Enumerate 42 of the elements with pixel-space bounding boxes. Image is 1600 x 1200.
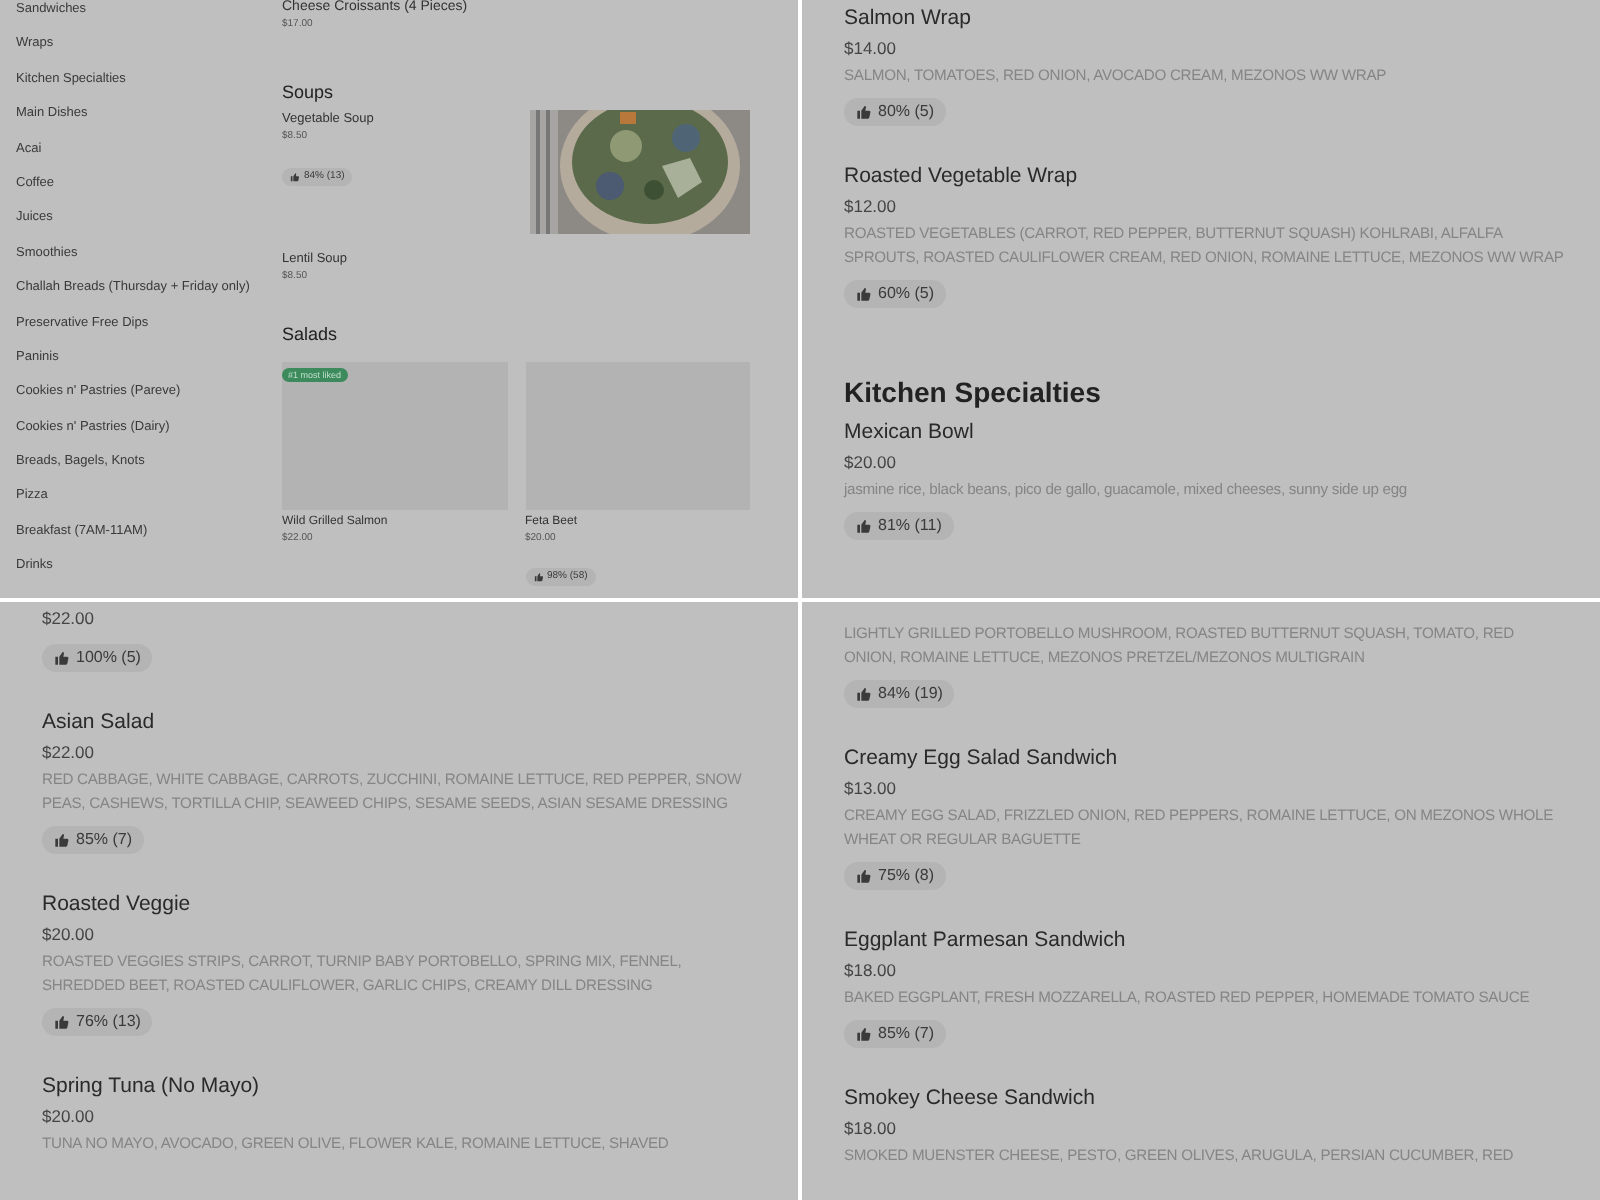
item-price: $22.00 [42, 740, 94, 766]
rating-chip: 75% (8) [844, 862, 947, 890]
item-name: Salmon Wrap [844, 4, 971, 34]
section-heading: Soups [282, 82, 336, 104]
rating-chip: 76% (13) [42, 1008, 153, 1036]
item-price: $20.00 [42, 1104, 94, 1130]
thumbs-up-icon [856, 286, 872, 302]
item-price: $18.00 [844, 958, 896, 984]
thumbs-up-icon [856, 868, 872, 884]
thumbs-up-icon [54, 650, 70, 666]
item-price: $12.00 [844, 194, 896, 220]
item-price: $13.00 [844, 776, 896, 802]
thumbs-up-icon [856, 104, 872, 120]
item-price: $20.00 [844, 450, 896, 476]
item-name: Roasted Vegetable Wrap [844, 162, 1078, 192]
item-price: $14.00 [844, 36, 896, 62]
thumbs-up-icon [54, 832, 70, 848]
rating-chip: 81% (11) [844, 512, 954, 540]
item-name: Eggplant Parmesan Sandwich [844, 926, 1126, 956]
thumbs-up-icon [856, 1026, 872, 1042]
item-name: Smokey Cheese Sandwich [844, 1084, 1095, 1114]
item-name: Asian Salad [42, 708, 155, 738]
thumbs-up-icon [533, 572, 543, 582]
rating-chip: 84% (19) [844, 680, 955, 708]
thumbs-up-icon [856, 518, 872, 534]
item-price: $18.00 [844, 1116, 896, 1142]
item-name: Spring Tuna (No Mayo) [42, 1072, 260, 1102]
item-name: Creamy Egg Salad Sandwich [844, 744, 1118, 774]
item-price: $20.00 [42, 922, 94, 948]
item-price: $22.00 [42, 606, 94, 632]
rating-chip: 100% (5) [42, 644, 153, 672]
thumbs-up-icon [856, 686, 872, 702]
rating-chip: 85% (7) [42, 826, 145, 854]
rating-chip: 85% (7) [844, 1020, 947, 1048]
item-name: Roasted Veggie [42, 890, 191, 920]
rating-chip: 80% (5) [844, 98, 947, 126]
section-heading: Kitchen Specialties [844, 374, 1103, 412]
item-name: Mexican Bowl [844, 418, 974, 448]
thumbs-up-icon [54, 1014, 70, 1030]
thumbs-up-icon [290, 172, 300, 182]
section-heading: Salads [282, 324, 340, 346]
rating-chip: 60% (5) [844, 280, 947, 308]
